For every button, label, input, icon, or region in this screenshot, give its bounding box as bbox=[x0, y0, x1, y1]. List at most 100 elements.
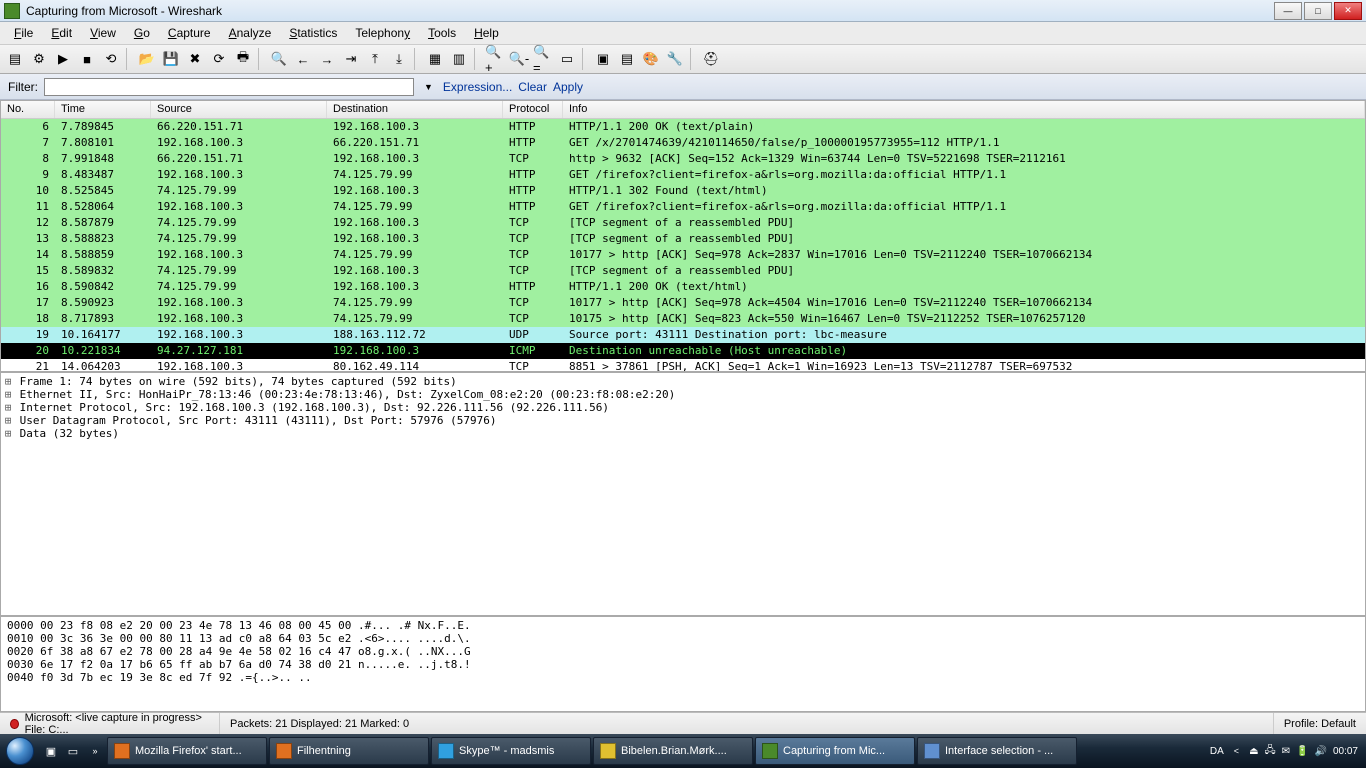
packet-row[interactable]: 1910.164177192.168.100.3188.163.112.72UD… bbox=[1, 327, 1365, 343]
tray-msg-icon[interactable]: ✉ bbox=[1282, 746, 1290, 757]
go-forward-icon[interactable]: → bbox=[316, 48, 338, 70]
packet-row[interactable]: 87.99184866.220.151.71192.168.100.3TCPht… bbox=[1, 151, 1365, 167]
zoom-reset-icon[interactable]: 🔍= bbox=[532, 48, 554, 70]
find-icon[interactable]: 🔍 bbox=[268, 48, 290, 70]
autoscroll-icon[interactable]: ▥ bbox=[448, 48, 470, 70]
taskbar-item[interactable]: Interface selection - ... bbox=[917, 737, 1077, 765]
filter-input[interactable] bbox=[44, 78, 414, 96]
hex-line[interactable]: 0020 6f 38 a8 67 e2 78 00 28 a4 9e 4e 58… bbox=[7, 645, 1359, 658]
maximize-button[interactable]: □ bbox=[1304, 2, 1332, 20]
menu-analyze[interactable]: Analyze bbox=[221, 24, 280, 42]
packet-bytes-pane[interactable]: 0000 00 23 f8 08 e2 20 00 23 4e 78 13 46… bbox=[0, 616, 1366, 712]
tray-network-icon[interactable]: 🖧 bbox=[1265, 743, 1276, 760]
packet-row[interactable]: 138.58882374.125.79.99192.168.100.3TCP[T… bbox=[1, 231, 1365, 247]
ql-media-icon[interactable]: ▣ bbox=[40, 737, 62, 765]
minimize-button[interactable]: — bbox=[1274, 2, 1302, 20]
packet-row[interactable]: 2114.064203192.168.100.380.162.49.114TCP… bbox=[1, 359, 1365, 372]
prefs-icon[interactable]: 🔧 bbox=[664, 48, 686, 70]
detail-line[interactable]: ⊞ Ethernet II, Src: HonHaiPr_78:13:46 (0… bbox=[3, 388, 1363, 401]
col-no[interactable]: No. bbox=[1, 101, 55, 118]
taskbar-item[interactable]: Capturing from Mic... bbox=[755, 737, 915, 765]
tray-safe-remove-icon[interactable]: ⏏ bbox=[1249, 746, 1258, 757]
save-file-icon[interactable]: 💾 bbox=[160, 48, 182, 70]
capture-filters-icon[interactable]: ▣ bbox=[592, 48, 614, 70]
zoom-in-icon[interactable]: 🔍+ bbox=[484, 48, 506, 70]
go-back-icon[interactable]: ← bbox=[292, 48, 314, 70]
expression-button[interactable]: Expression... bbox=[443, 80, 512, 94]
hex-line[interactable]: 0000 00 23 f8 08 e2 20 00 23 4e 78 13 46… bbox=[7, 619, 1359, 632]
display-filters-icon[interactable]: ▤ bbox=[616, 48, 638, 70]
col-source[interactable]: Source bbox=[151, 101, 327, 118]
packet-row[interactable]: 108.52584574.125.79.99192.168.100.3HTTPH… bbox=[1, 183, 1365, 199]
packet-row[interactable]: 178.590923192.168.100.374.125.79.99TCP10… bbox=[1, 295, 1365, 311]
packet-row[interactable]: 77.808101192.168.100.366.220.151.71HTTPG… bbox=[1, 135, 1365, 151]
go-to-icon[interactable]: ⇥ bbox=[340, 48, 362, 70]
packet-details-pane[interactable]: ⊞ Frame 1: 74 bytes on wire (592 bits), … bbox=[0, 372, 1366, 616]
col-time[interactable]: Time bbox=[55, 101, 151, 118]
packet-row[interactable]: 2010.22183494.27.127.181192.168.100.3ICM… bbox=[1, 343, 1365, 359]
packet-row[interactable]: 118.528064192.168.100.374.125.79.99HTTPG… bbox=[1, 199, 1365, 215]
col-protocol[interactable]: Protocol bbox=[503, 101, 563, 118]
tray-chevron-icon[interactable]: < bbox=[1230, 746, 1243, 756]
resize-cols-icon[interactable]: ▭ bbox=[556, 48, 578, 70]
menu-view[interactable]: View bbox=[82, 24, 124, 42]
packet-list-pane[interactable]: No. Time Source Destination Protocol Inf… bbox=[0, 100, 1366, 372]
start-capture-icon[interactable]: ▶ bbox=[52, 48, 74, 70]
menu-file[interactable]: File bbox=[6, 24, 41, 42]
ql-window-switch-icon[interactable]: ▭ bbox=[62, 737, 84, 765]
packet-row[interactable]: 98.483487192.168.100.374.125.79.99HTTPGE… bbox=[1, 167, 1365, 183]
stop-capture-icon[interactable]: ■ bbox=[76, 48, 98, 70]
packet-row[interactable]: 168.59084274.125.79.99192.168.100.3HTTPH… bbox=[1, 279, 1365, 295]
interfaces-icon[interactable]: ▤ bbox=[4, 48, 26, 70]
filter-dropdown-icon[interactable]: ▼ bbox=[420, 82, 437, 92]
packet-row[interactable]: 128.58787974.125.79.99192.168.100.3TCP[T… bbox=[1, 215, 1365, 231]
restart-capture-icon[interactable]: ⟲ bbox=[100, 48, 122, 70]
detail-line[interactable]: ⊞ Internet Protocol, Src: 192.168.100.3 … bbox=[3, 401, 1363, 414]
clear-button[interactable]: Clear bbox=[518, 80, 547, 94]
options-icon[interactable]: ⚙ bbox=[28, 48, 50, 70]
menu-tools[interactable]: Tools bbox=[420, 24, 464, 42]
print-icon[interactable]: 🖶 bbox=[232, 48, 254, 70]
open-file-icon[interactable]: 📂 bbox=[136, 48, 158, 70]
taskbar-item[interactable]: Mozilla Firefox' start... bbox=[107, 737, 267, 765]
packet-row[interactable]: 67.78984566.220.151.71192.168.100.3HTTPH… bbox=[1, 119, 1365, 135]
packet-row[interactable]: 188.717893192.168.100.374.125.79.99TCP10… bbox=[1, 311, 1365, 327]
menu-telephony[interactable]: Telephony bbox=[347, 24, 418, 42]
coloring-rules-icon[interactable]: 🎨 bbox=[640, 48, 662, 70]
packet-row[interactable]: 148.588859192.168.100.374.125.79.99TCP10… bbox=[1, 247, 1365, 263]
packet-row[interactable]: 158.58983274.125.79.99192.168.100.3TCP[T… bbox=[1, 263, 1365, 279]
help-icon[interactable]: ⛑ bbox=[700, 48, 722, 70]
tray-power-icon[interactable]: 🔋 bbox=[1296, 746, 1308, 757]
apply-button[interactable]: Apply bbox=[553, 80, 583, 94]
tray-clock[interactable]: 00:07 bbox=[1333, 746, 1358, 757]
col-destination[interactable]: Destination bbox=[327, 101, 503, 118]
taskbar-item[interactable]: Filhentning bbox=[269, 737, 429, 765]
ql-expand-icon[interactable]: » bbox=[84, 737, 106, 765]
packet-list-header[interactable]: No. Time Source Destination Protocol Inf… bbox=[1, 101, 1365, 119]
hex-line[interactable]: 0030 6e 17 f2 0a 17 b6 65 ff ab b7 6a d0… bbox=[7, 658, 1359, 671]
system-tray[interactable]: DA < ⏏ 🖧 ✉ 🔋 🔊 00:07 bbox=[1202, 734, 1366, 768]
hex-line[interactable]: 0040 f0 3d 7b ec 19 3e 8c ed 7f 92 .={..… bbox=[7, 671, 1359, 684]
close-button[interactable]: ✕ bbox=[1334, 2, 1362, 20]
menu-help[interactable]: Help bbox=[466, 24, 507, 42]
detail-line[interactable]: ⊞ Frame 1: 74 bytes on wire (592 bits), … bbox=[3, 375, 1363, 388]
go-last-icon[interactable]: ⤓ bbox=[388, 48, 410, 70]
tray-lang[interactable]: DA bbox=[1210, 746, 1224, 757]
col-info[interactable]: Info bbox=[563, 101, 1365, 118]
menu-go[interactable]: Go bbox=[126, 24, 158, 42]
hex-line[interactable]: 0010 00 3c 36 3e 00 00 80 11 13 ad c0 a8… bbox=[7, 632, 1359, 645]
taskbar-item[interactable]: Bibelen.Brian.Mørk.... bbox=[593, 737, 753, 765]
start-button[interactable] bbox=[0, 734, 40, 768]
menu-edit[interactable]: Edit bbox=[43, 24, 80, 42]
menu-statistics[interactable]: Statistics bbox=[281, 24, 345, 42]
reload-icon[interactable]: ⟳ bbox=[208, 48, 230, 70]
close-file-icon[interactable]: ✖ bbox=[184, 48, 206, 70]
zoom-out-icon[interactable]: 🔍- bbox=[508, 48, 530, 70]
tray-volume-icon[interactable]: 🔊 bbox=[1315, 746, 1327, 757]
detail-line[interactable]: ⊞ User Datagram Protocol, Src Port: 4311… bbox=[3, 414, 1363, 427]
taskbar-item[interactable]: Skype™ - madsmis bbox=[431, 737, 591, 765]
menu-capture[interactable]: Capture bbox=[160, 24, 219, 42]
colorize-icon[interactable]: ▦ bbox=[424, 48, 446, 70]
go-first-icon[interactable]: ⤒ bbox=[364, 48, 386, 70]
detail-line[interactable]: ⊞ Data (32 bytes) bbox=[3, 427, 1363, 440]
